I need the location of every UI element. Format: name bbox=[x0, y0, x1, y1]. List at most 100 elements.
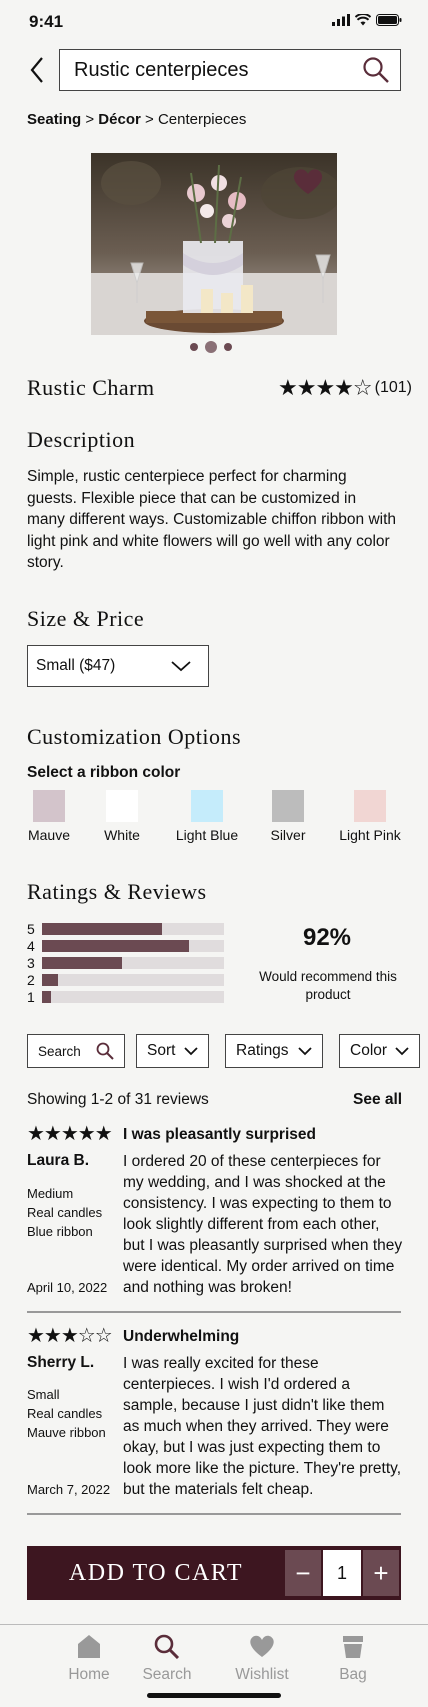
search-input[interactable] bbox=[74, 58, 344, 82]
product-name: Rustic Charm bbox=[27, 375, 155, 400]
rating-bar-star: 1 bbox=[27, 988, 35, 1005]
tab-wishlist-label: Wishlist bbox=[235, 1666, 289, 1683]
tab-home[interactable]: Home bbox=[44, 1633, 134, 1684]
review-ribbon: Blue ribbon bbox=[27, 1224, 93, 1239]
swatch-light-pink[interactable] bbox=[354, 790, 386, 822]
bag-icon bbox=[343, 1636, 363, 1658]
sort-label: Sort bbox=[147, 1042, 176, 1059]
rating-bar-row[interactable]: 1 bbox=[27, 988, 224, 1005]
product-rating[interactable]: ★★★★☆ (101) bbox=[278, 377, 412, 399]
swatch-light-blue[interactable] bbox=[191, 790, 223, 822]
favorite-button[interactable] bbox=[291, 166, 325, 196]
rating-distribution: 5 4 3 2 1 bbox=[27, 920, 224, 1005]
rating-bar-star: 5 bbox=[27, 920, 35, 937]
review-divider bbox=[27, 1513, 401, 1515]
image-pagination bbox=[190, 341, 232, 353]
size-selected-value: Small ($47) bbox=[36, 657, 116, 674]
review-body: I ordered 20 of these centerpieces for m… bbox=[123, 1153, 403, 1296]
swatch-silver[interactable] bbox=[272, 790, 304, 822]
rating-bar-track bbox=[42, 973, 224, 986]
wifi-icon bbox=[355, 14, 371, 26]
rating-bar-track bbox=[42, 922, 224, 935]
ratings-title: Ratings & Reviews bbox=[27, 879, 207, 904]
add-to-cart-bar: ADD TO CART − 1 + bbox=[27, 1546, 401, 1600]
review-search-filter[interactable]: Search bbox=[27, 1034, 125, 1068]
swatch-label-light-pink: Light Pink bbox=[339, 827, 401, 843]
color-filter-label: Color bbox=[350, 1042, 388, 1059]
swatch-label-mauve: Mauve bbox=[27, 827, 71, 843]
heart-icon bbox=[250, 1635, 274, 1657]
rating-bar-track bbox=[42, 939, 224, 952]
search-icon bbox=[363, 57, 389, 83]
chevron-down-icon bbox=[184, 1047, 198, 1056]
status-icons bbox=[332, 14, 402, 26]
size-select[interactable]: Small ($47) bbox=[27, 645, 209, 687]
rating-bar-fill bbox=[42, 956, 123, 969]
review-author: Sherry L. bbox=[27, 1354, 95, 1371]
back-button[interactable] bbox=[26, 54, 50, 86]
chevron-left-icon bbox=[30, 57, 43, 83]
breadcrumb-seating[interactable]: Seating bbox=[27, 111, 81, 128]
review-meta: Medium Real candles Blue ribbon bbox=[27, 1184, 102, 1241]
breadcrumb-separator: > bbox=[85, 111, 95, 128]
swatch-label-silver: Silver bbox=[270, 827, 306, 843]
search-bar[interactable] bbox=[59, 49, 401, 91]
sort-dropdown[interactable]: Sort bbox=[136, 1034, 209, 1068]
quantity-decrease-button[interactable]: − bbox=[285, 1550, 321, 1596]
rating-bar-row[interactable]: 4 bbox=[27, 937, 224, 954]
rating-bar-row[interactable]: 2 bbox=[27, 971, 224, 988]
rating-bar-row[interactable]: 3 bbox=[27, 954, 224, 971]
review-body: I was really excited for these centerpie… bbox=[123, 1355, 402, 1498]
status-time: 9:41 bbox=[29, 12, 64, 31]
review-date: April 10, 2022 bbox=[27, 1280, 108, 1295]
tab-search-label: Search bbox=[142, 1666, 192, 1683]
review-stars: ★★★☆☆ bbox=[27, 1325, 113, 1347]
swatch-white[interactable] bbox=[106, 790, 138, 822]
chevron-down-icon bbox=[171, 661, 191, 672]
rating-bar-fill bbox=[42, 939, 190, 952]
review-size: Medium bbox=[27, 1186, 74, 1201]
quantity-value[interactable]: 1 bbox=[323, 1550, 361, 1596]
recommend-percentage: 92% bbox=[302, 924, 352, 951]
review-ribbon: Mauve ribbon bbox=[27, 1425, 106, 1440]
review-search-label: Search bbox=[38, 1043, 81, 1059]
ribbon-color-label: Select a ribbon color bbox=[27, 764, 181, 781]
color-dropdown[interactable]: Color bbox=[339, 1034, 420, 1068]
tab-wishlist[interactable]: Wishlist bbox=[217, 1633, 307, 1684]
search-button[interactable] bbox=[362, 56, 390, 84]
tab-bag[interactable]: Bag bbox=[308, 1633, 398, 1684]
pagination-dot[interactable] bbox=[190, 343, 198, 351]
breadcrumb-separator: > bbox=[145, 111, 154, 128]
swatch-mauve[interactable] bbox=[33, 790, 65, 822]
rating-bar-fill bbox=[42, 990, 52, 1003]
home-indicator bbox=[147, 1693, 281, 1698]
description-title: Description bbox=[27, 427, 136, 452]
tab-search[interactable]: Search bbox=[122, 1633, 212, 1684]
quantity-increase-button[interactable]: + bbox=[363, 1550, 399, 1596]
description-text: Simple, rustic centerpiece perfect for c… bbox=[27, 468, 397, 571]
customization-title: Customization Options bbox=[27, 724, 241, 749]
swatch-label-light-blue: Light Blue bbox=[175, 827, 239, 843]
review-divider bbox=[27, 1311, 401, 1313]
breadcrumb: Seating > Décor > Centerpieces bbox=[27, 111, 246, 128]
swatch-label-white: White bbox=[104, 827, 140, 843]
review-stars: ★★★★★ bbox=[27, 1123, 113, 1145]
rating-bar-star: 2 bbox=[27, 971, 35, 988]
rating-bar-row[interactable]: 5 bbox=[27, 920, 224, 937]
rating-bar-star: 3 bbox=[27, 954, 35, 971]
chevron-down-icon bbox=[395, 1047, 409, 1056]
review-title: Underwhelming bbox=[123, 1328, 240, 1345]
rating-bar-fill bbox=[42, 973, 59, 986]
review-size: Small bbox=[27, 1387, 60, 1402]
pagination-dot-active[interactable] bbox=[205, 341, 217, 353]
chevron-down-icon bbox=[298, 1047, 312, 1056]
star-rating: ★★★★☆ bbox=[278, 375, 373, 400]
pagination-dot[interactable] bbox=[224, 343, 232, 351]
ratings-dropdown[interactable]: Ratings bbox=[225, 1034, 323, 1068]
tab-bag-label: Bag bbox=[339, 1666, 367, 1683]
rating-bar-star: 4 bbox=[27, 937, 35, 954]
breadcrumb-decor[interactable]: Décor bbox=[98, 111, 141, 128]
add-to-cart-button[interactable]: ADD TO CART bbox=[27, 1546, 285, 1600]
see-all-link[interactable]: See all bbox=[353, 1091, 402, 1109]
rating-bar-track bbox=[42, 990, 224, 1003]
